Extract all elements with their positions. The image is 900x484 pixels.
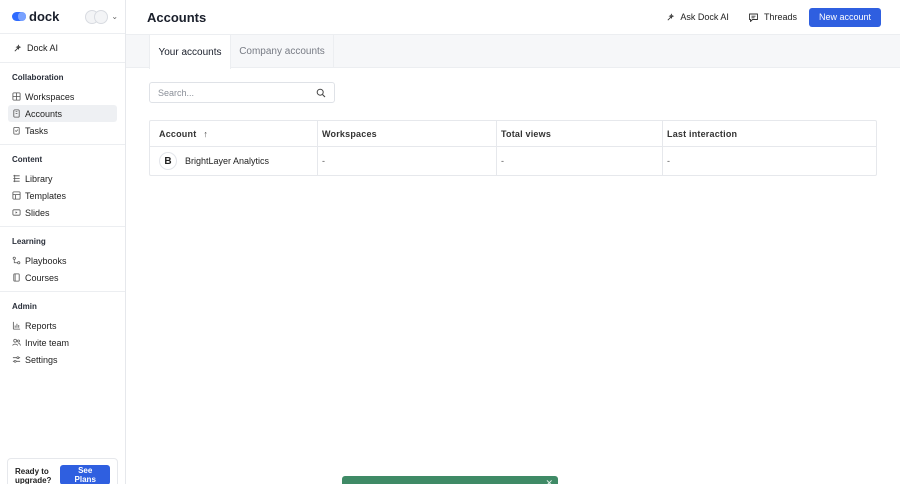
sidebar-item-label: Accounts — [25, 108, 63, 119]
sort-ascending-icon[interactable]: ↑ — [203, 129, 208, 139]
sidebar-item-dock-ai[interactable]: Dock AI — [0, 34, 125, 63]
sidebar-item-label: Dock AI — [27, 43, 59, 53]
sidebar-item-invite-team[interactable]: Invite team — [8, 334, 117, 351]
templates-icon — [12, 191, 21, 200]
column-header-workspaces[interactable]: Workspaces — [318, 121, 497, 146]
library-icon — [12, 174, 21, 183]
sparkle-icon — [13, 43, 22, 53]
search-input[interactable] — [158, 87, 316, 98]
sidebar-item-label: Settings — [25, 354, 58, 365]
sidebar-item-settings[interactable]: Settings — [8, 351, 117, 368]
section-title: Admin — [12, 302, 37, 311]
sidebar-section-admin: Admin Reports Invite team Settings — [0, 292, 125, 373]
playbooks-icon — [12, 256, 21, 265]
threads-button[interactable]: Threads — [748, 7, 797, 27]
tab-your-accounts[interactable]: Your accounts — [149, 35, 231, 69]
section-title: Collaboration — [12, 73, 64, 82]
chat-bubble-icon — [748, 12, 759, 23]
page-header: Accounts Ask Dock AI Threads New account — [126, 0, 900, 34]
sidebar-item-label: Courses — [25, 272, 59, 283]
sidebar-item-label: Slides — [25, 207, 50, 218]
column-header-account[interactable]: Account ↑ — [150, 121, 318, 146]
dock-logo-icon — [12, 12, 26, 21]
ask-dock-ai-button[interactable]: Ask Dock AI — [666, 7, 729, 27]
section-title: Learning — [12, 237, 46, 246]
sidebar: dock ⌄ Dock AI Collaboration Workspaces … — [0, 0, 126, 484]
sidebar-item-accounts[interactable]: Accounts — [8, 105, 117, 122]
close-icon[interactable]: ✕ — [545, 479, 553, 484]
notification-toast: ✕ — [342, 476, 558, 484]
sidebar-item-playbooks[interactable]: Playbooks — [8, 252, 117, 269]
sidebar-section-content: Content Library Templates Slides — [0, 145, 125, 227]
dock-logo[interactable]: dock — [12, 9, 59, 24]
account-cell[interactable]: B BrightLayer Analytics — [150, 147, 318, 175]
sidebar-item-label: Reports — [25, 320, 57, 331]
table-row[interactable]: B BrightLayer Analytics - - - — [150, 147, 876, 175]
sidebar-item-courses[interactable]: Courses — [8, 269, 117, 286]
table-header-row: Account ↑ Workspaces Total views Last in… — [150, 121, 876, 147]
invite-team-icon — [12, 338, 21, 347]
sidebar-item-label: Playbooks — [25, 255, 67, 266]
workspace-switcher[interactable]: ⌄ — [85, 9, 119, 24]
account-avatar: B — [159, 152, 177, 170]
logo-text: dock — [29, 9, 60, 24]
tabs-bar: Your accounts Company accounts — [126, 34, 900, 69]
slides-icon — [12, 208, 21, 217]
tab-company-accounts[interactable]: Company accounts — [231, 35, 334, 68]
logo-row: dock ⌄ — [0, 0, 125, 34]
new-account-button[interactable]: New account — [808, 7, 881, 27]
courses-icon — [12, 273, 21, 282]
account-name[interactable]: BrightLayer Analytics — [185, 156, 269, 166]
sidebar-section-learning: Learning Playbooks Courses — [0, 227, 125, 292]
sidebar-section-collaboration: Collaboration Workspaces Accounts Tasks — [0, 63, 125, 145]
column-header-label: Account — [159, 128, 197, 139]
see-plans-button[interactable]: See Plans — [60, 465, 110, 484]
workspaces-icon — [12, 92, 21, 101]
search-icon[interactable] — [316, 88, 326, 98]
sidebar-item-tasks[interactable]: Tasks — [8, 122, 117, 139]
settings-sliders-icon — [12, 355, 21, 364]
header-actions: Ask Dock AI Threads New account — [666, 7, 881, 27]
threads-label: Threads — [763, 12, 797, 22]
chevron-down-icon: ⌄ — [111, 12, 119, 21]
ask-dock-ai-label: Ask Dock AI — [680, 12, 729, 22]
sidebar-item-label: Workspaces — [25, 91, 75, 102]
accounts-icon — [12, 109, 21, 118]
column-header-total-views[interactable]: Total views — [497, 121, 663, 146]
sidebar-item-label: Library — [25, 173, 53, 184]
sidebar-item-slides[interactable]: Slides — [8, 204, 117, 221]
tasks-icon — [12, 126, 21, 135]
workspace-avatar-icon — [94, 9, 109, 24]
accounts-table: Account ↑ Workspaces Total views Last in… — [149, 120, 877, 176]
search-box — [149, 82, 335, 103]
section-title: Content — [12, 155, 43, 164]
sidebar-item-workspaces[interactable]: Workspaces — [8, 88, 117, 105]
workspaces-cell: - — [318, 147, 497, 175]
sidebar-item-label: Tasks — [25, 125, 49, 136]
upgrade-card: Ready to upgrade? See Plans — [7, 458, 118, 484]
sidebar-item-reports[interactable]: Reports — [8, 317, 117, 334]
sidebar-item-templates[interactable]: Templates — [8, 187, 117, 204]
reports-icon — [12, 321, 21, 330]
sidebar-item-label: Invite team — [25, 337, 70, 348]
sparkle-icon — [666, 12, 675, 22]
total-views-cell: - — [497, 147, 663, 175]
upgrade-text: Ready to upgrade? — [15, 467, 52, 484]
page-title: Accounts — [147, 9, 207, 25]
last-interaction-cell: - — [667, 156, 670, 166]
sidebar-item-label: Templates — [25, 190, 67, 201]
column-header-last-interaction[interactable]: Last interaction — [663, 121, 876, 146]
sidebar-item-library[interactable]: Library — [8, 170, 117, 187]
